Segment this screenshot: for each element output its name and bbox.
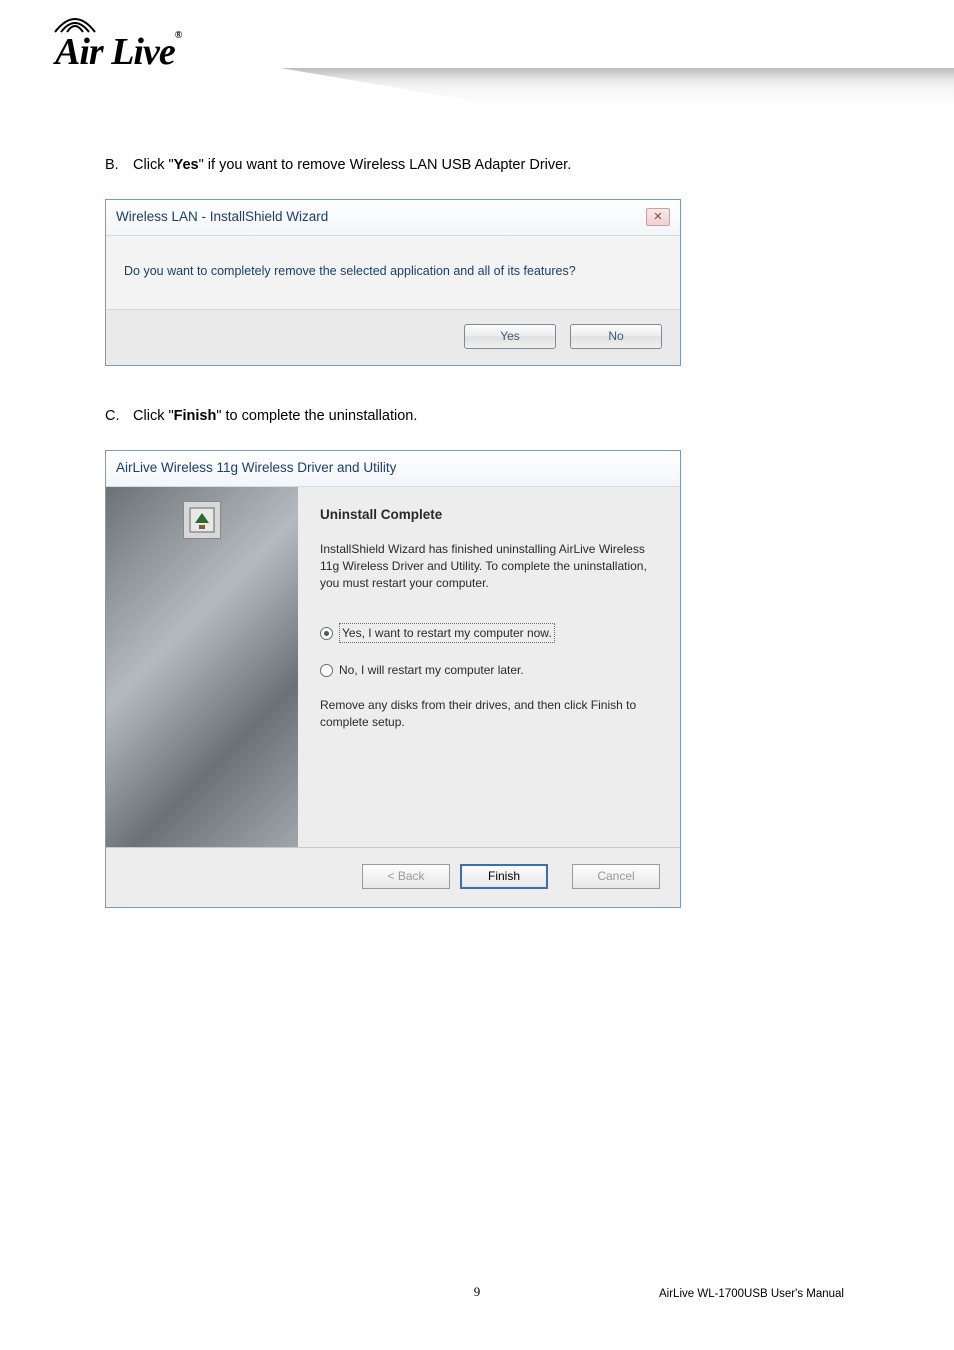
step-b-prefix: Click "	[133, 157, 174, 173]
wizard-side-panel	[106, 487, 298, 847]
finish-dialog-main: Uninstall Complete InstallShield Wizard …	[106, 487, 680, 847]
restart-now-label: Yes, I want to restart my computer now.	[339, 623, 555, 643]
finish-dialog-footer: < Back Finish Cancel	[106, 847, 680, 907]
wizard-right-panel: Uninstall Complete InstallShield Wizard …	[298, 487, 680, 847]
step-c-bold: Finish	[174, 408, 217, 424]
installer-icon	[183, 501, 221, 539]
uninstall-complete-heading: Uninstall Complete	[320, 505, 658, 525]
confirm-message: Do you want to completely remove the sel…	[124, 264, 576, 278]
step-b-suffix: " if you want to remove Wireless LAN USB…	[199, 157, 572, 173]
finish-dialog: AirLive Wireless 11g Wireless Driver and…	[105, 450, 681, 908]
remove-disks-text: Remove any disks from their drives, and …	[320, 697, 658, 731]
confirm-dialog-body: Do you want to completely remove the sel…	[106, 236, 680, 309]
cancel-button: Cancel	[572, 864, 660, 889]
registered-mark: ®	[175, 30, 181, 41]
finish-button[interactable]: Finish	[460, 864, 548, 889]
confirm-dialog: Wireless LAN - InstallShield Wizard ✕ Do…	[105, 199, 681, 366]
step-b-bold: Yes	[174, 157, 199, 173]
radio-selected-icon	[320, 627, 333, 640]
step-b: B. Click "Yes" if you want to remove Wir…	[105, 155, 855, 177]
restart-later-option[interactable]: No, I will restart my computer later.	[320, 661, 658, 679]
step-c-prefix: Click "	[133, 408, 174, 424]
footer-manual: AirLive WL-1700USB User's Manual	[659, 1288, 844, 1300]
yes-button[interactable]: Yes	[464, 324, 556, 349]
restart-now-option[interactable]: Yes, I want to restart my computer now.	[320, 623, 658, 643]
brand-name: Air Live	[55, 31, 175, 73]
step-c-letter: C.	[105, 406, 129, 428]
uninstall-complete-body: InstallShield Wizard has finished uninst…	[320, 541, 658, 591]
step-b-letter: B.	[105, 155, 129, 177]
page-content: B. Click "Yes" if you want to remove Wir…	[105, 155, 855, 908]
restart-later-label: No, I will restart my computer later.	[339, 661, 524, 679]
step-c: C. Click "Finish" to complete the uninst…	[105, 406, 855, 428]
back-button: < Back	[362, 864, 450, 889]
radio-unselected-icon	[320, 664, 333, 677]
brand-logo: Air Live®	[55, 30, 181, 74]
close-icon[interactable]: ✕	[646, 208, 670, 226]
confirm-dialog-title: Wireless LAN - InstallShield Wizard	[116, 207, 328, 227]
confirm-dialog-titlebar: Wireless LAN - InstallShield Wizard ✕	[106, 200, 680, 236]
no-button[interactable]: No	[570, 324, 662, 349]
wifi-arcs-icon	[53, 12, 97, 34]
finish-dialog-title: AirLive Wireless 11g Wireless Driver and…	[106, 451, 680, 487]
confirm-dialog-footer: Yes No	[106, 309, 680, 365]
header-band	[280, 68, 954, 108]
step-c-suffix: " to complete the uninstallation.	[216, 408, 417, 424]
